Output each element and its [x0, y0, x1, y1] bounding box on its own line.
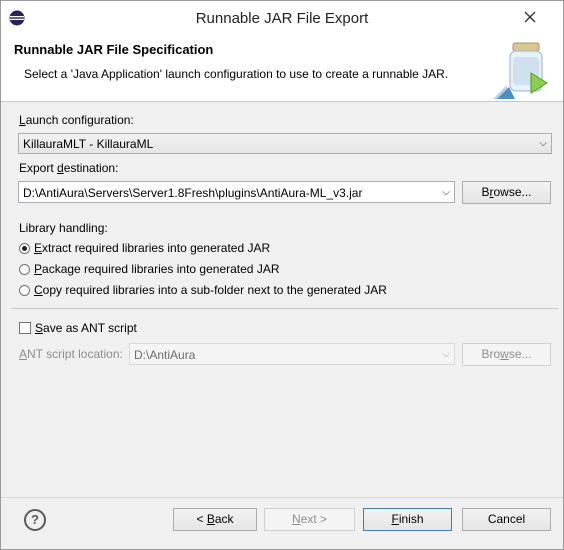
library-handling-label: Library handling:	[19, 221, 108, 235]
wizard-header: Runnable JAR File Specification Select a…	[1, 35, 563, 102]
radio-button[interactable]	[19, 284, 30, 296]
export-dialog: Runnable JAR File Export Runnable JAR Fi…	[0, 0, 564, 550]
back-button[interactable]: < Back	[173, 508, 257, 531]
chevron-down-icon: ⌵	[442, 349, 450, 360]
window-title: Runnable JAR File Export	[195, 10, 369, 27]
radio-package-libraries[interactable]: Package required libraries into generate…	[19, 261, 279, 277]
ant-script-location-field[interactable]: D:\AntiAura ⌵	[129, 343, 455, 365]
page-title: Runnable JAR File Specification	[14, 42, 214, 57]
radio-button[interactable]	[19, 263, 30, 275]
launch-config-label: Launch configuration:	[19, 113, 134, 127]
finish-button[interactable]: Finish	[363, 508, 452, 531]
export-browse-button[interactable]: Browse...	[462, 181, 551, 204]
next-button[interactable]: Next >	[264, 508, 355, 531]
help-button[interactable]: ?	[24, 509, 46, 531]
save-ant-script-checkbox[interactable]: Save as ANT script	[19, 320, 137, 336]
chevron-down-icon: ⌵	[442, 187, 450, 198]
export-destination-label: Export destination:	[19, 161, 119, 175]
close-button[interactable]	[508, 3, 551, 31]
page-description: Select a 'Java Application' launch confi…	[24, 67, 449, 81]
separator	[11, 308, 558, 309]
ant-browse-button[interactable]: Browse...	[462, 343, 551, 366]
ant-script-location-value: D:\AntiAura	[134, 348, 196, 362]
launch-config-value: KillauraMLT - KillauraML	[23, 137, 154, 151]
close-icon	[524, 11, 535, 23]
export-destination-value: D:\AntiAura\Servers\Server1.8Fresh\plugi…	[23, 186, 363, 200]
jar-wizard-icon	[493, 42, 548, 99]
ant-script-location-label: ANT script location:	[19, 347, 123, 361]
chevron-down-icon: ⌵	[539, 138, 547, 149]
export-destination-field[interactable]: D:\AntiAura\Servers\Server1.8Fresh\plugi…	[18, 181, 455, 203]
checkbox[interactable]	[19, 322, 31, 334]
radio-copy-libraries[interactable]: Copy required libraries into a sub-folde…	[19, 282, 387, 298]
cancel-button[interactable]: Cancel	[462, 508, 551, 531]
launch-config-select[interactable]: KillauraMLT - KillauraML ⌵	[18, 133, 552, 154]
separator	[1, 497, 563, 498]
radio-extract-libraries[interactable]: Extract required libraries into generate…	[19, 240, 270, 256]
title-bar: Runnable JAR File Export	[1, 1, 563, 35]
help-icon: ?	[31, 512, 39, 527]
radio-button-selected[interactable]	[19, 242, 30, 254]
